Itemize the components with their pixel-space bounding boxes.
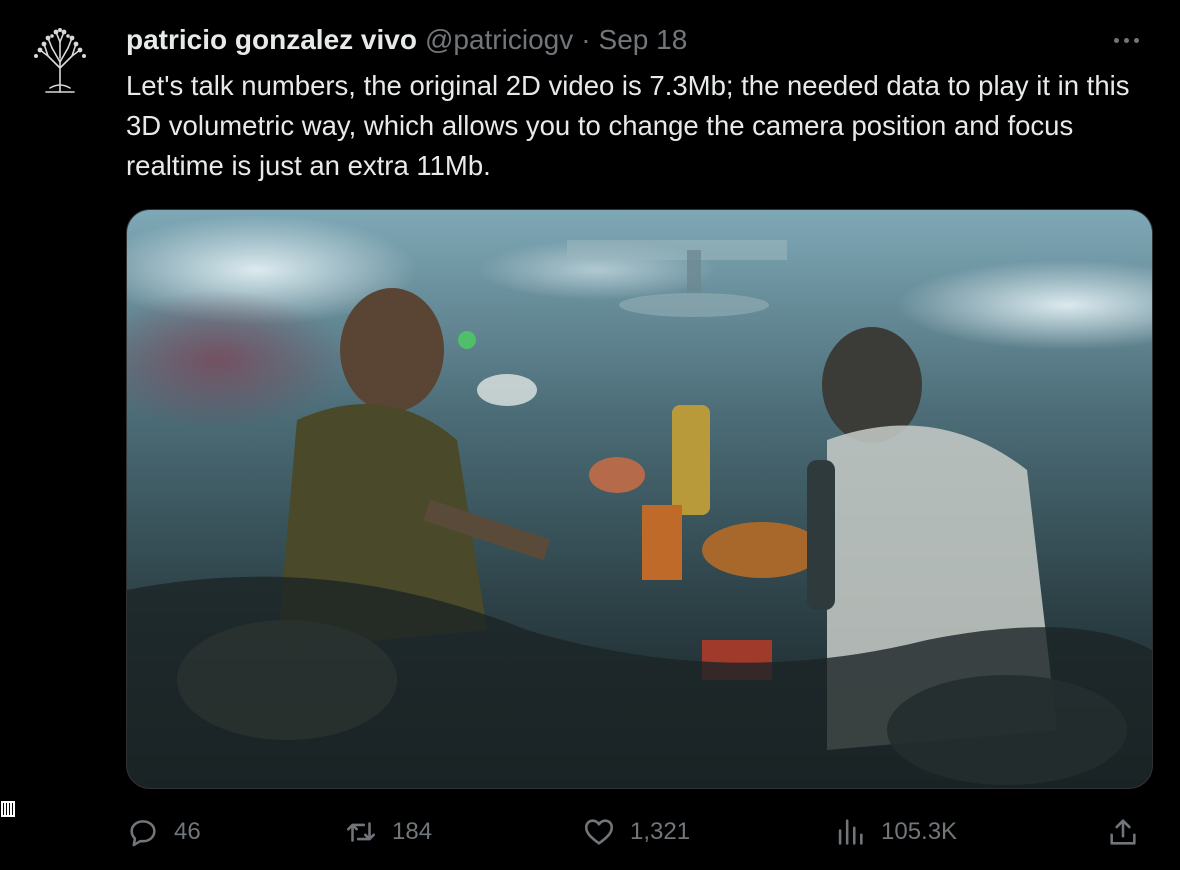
side-edge-icon	[0, 798, 16, 820]
tree-avatar-icon	[34, 28, 86, 93]
like-count: 1,321	[630, 818, 691, 845]
retweet-button[interactable]: 184	[344, 806, 432, 858]
author-name[interactable]: patricio gonzalez vivo	[126, 24, 417, 56]
reply-count: 46	[174, 818, 201, 845]
views-icon	[838, 819, 863, 845]
tweet-media[interactable]	[126, 209, 1153, 789]
more-options-button[interactable]	[1106, 28, 1146, 52]
views-count: 105.3K	[881, 818, 958, 845]
separator-dot: ·	[581, 24, 591, 55]
author-handle[interactable]: @patriciogv	[425, 24, 573, 56]
video-thumbnail	[127, 210, 1152, 788]
views-button[interactable]: 105.3K	[833, 806, 957, 858]
heart-icon	[584, 819, 614, 845]
reply-button[interactable]: 46	[126, 806, 201, 858]
more-dots-icon	[1113, 37, 1119, 43]
share-button[interactable]	[1106, 806, 1140, 858]
share-icon	[1110, 819, 1136, 845]
retweet-count: 184	[392, 818, 433, 845]
reply-icon	[130, 820, 156, 847]
retweet-icon	[346, 822, 376, 842]
tweet-date[interactable]: Sep 18	[599, 24, 688, 56]
avatar[interactable]	[22, 22, 98, 98]
tweet-header: patricio gonzalez vivo @patriciogv · Sep…	[126, 24, 687, 58]
tweet-actions: 46 184 1,321 105.3K	[126, 806, 1156, 858]
tweet-text: Let's talk numbers, the original 2D vide…	[126, 70, 1130, 181]
like-button[interactable]: 1,321	[582, 806, 690, 858]
